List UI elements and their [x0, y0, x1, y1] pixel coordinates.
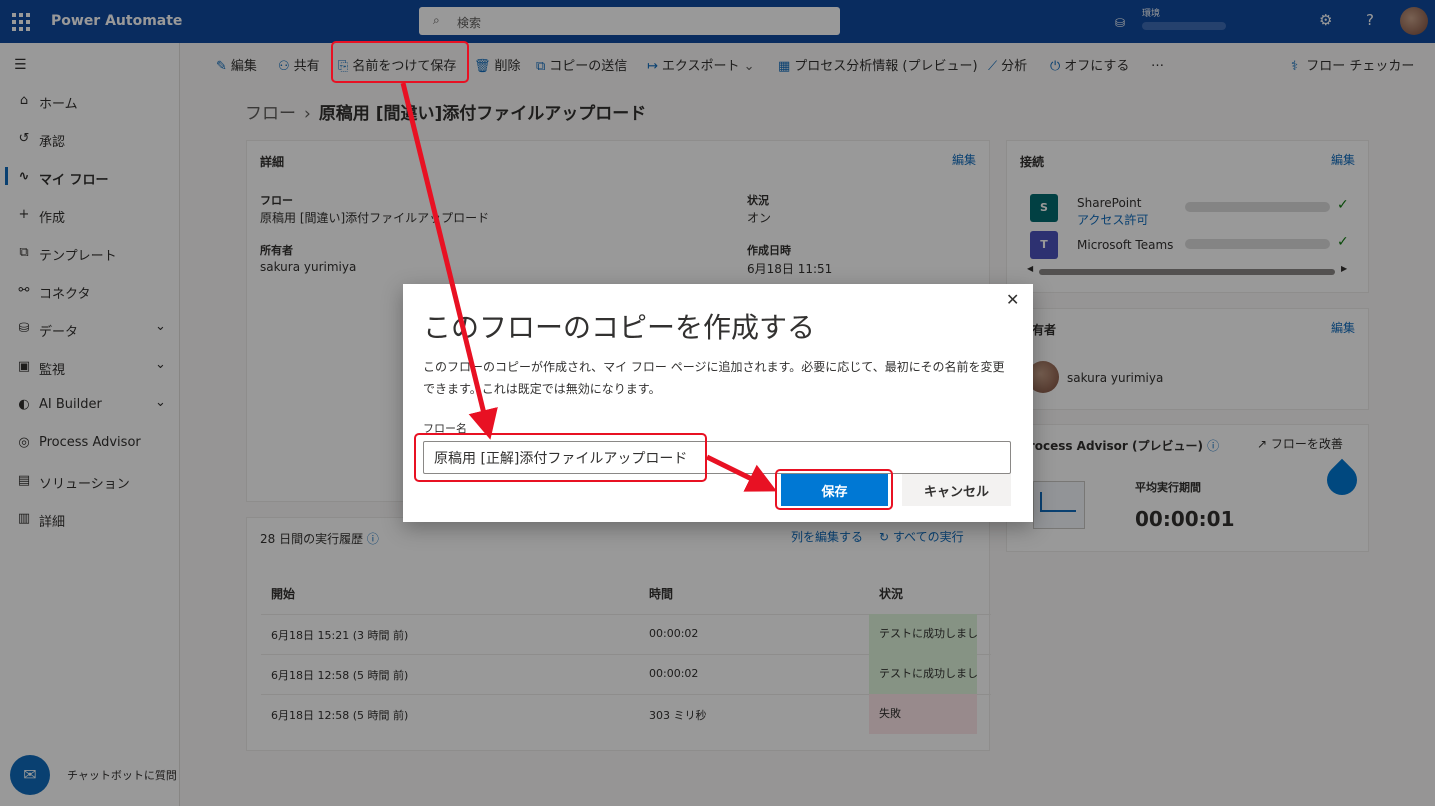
arrow-to-input [400, 82, 498, 440]
arrow-to-save [705, 454, 777, 492]
annotation-arrows [400, 82, 777, 492]
